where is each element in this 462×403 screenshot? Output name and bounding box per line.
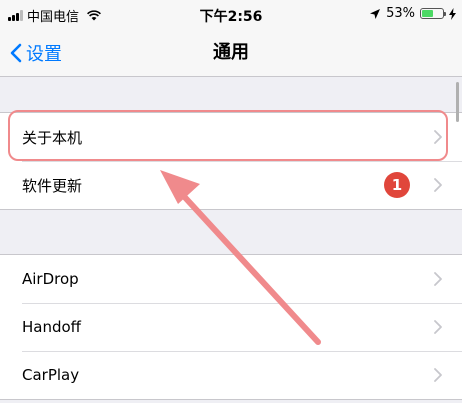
update-badge: 1 <box>384 172 410 198</box>
battery-fill <box>422 10 433 17</box>
row-label: Handoff <box>22 318 82 336</box>
row-airdrop[interactable]: AirDrop <box>0 255 462 303</box>
row-carplay[interactable]: CarPlay <box>0 351 462 399</box>
row-about[interactable]: 关于本机 <box>0 113 462 161</box>
row-handoff[interactable]: Handoff <box>0 303 462 351</box>
chevron-right-icon <box>434 178 442 192</box>
settings-group-2: AirDrop Handoff CarPlay <box>0 254 462 400</box>
row-label: 软件更新 <box>22 176 83 195</box>
row-label: CarPlay <box>22 366 80 384</box>
charging-icon <box>449 7 456 20</box>
row-label: 关于本机 <box>22 128 83 147</box>
page-title: 通用 <box>213 42 249 63</box>
battery-icon <box>420 8 446 19</box>
chevron-right-icon <box>434 272 442 286</box>
row-label: AirDrop <box>22 270 79 288</box>
row-software-update[interactable]: 软件更新 1 <box>0 161 462 209</box>
nav-bar: 设置 通用 <box>0 30 462 77</box>
chevron-right-icon <box>434 130 442 144</box>
battery-percent: 53% <box>386 6 415 21</box>
scroll-indicator <box>456 82 459 122</box>
settings-group-1: 关于本机 软件更新 1 <box>0 112 462 210</box>
status-right: 53% <box>369 6 456 21</box>
chevron-right-icon <box>434 320 442 334</box>
status-bar: 中国电信 下午2:56 53% <box>0 0 462 30</box>
location-icon <box>370 8 381 19</box>
chevron-right-icon <box>434 368 442 382</box>
